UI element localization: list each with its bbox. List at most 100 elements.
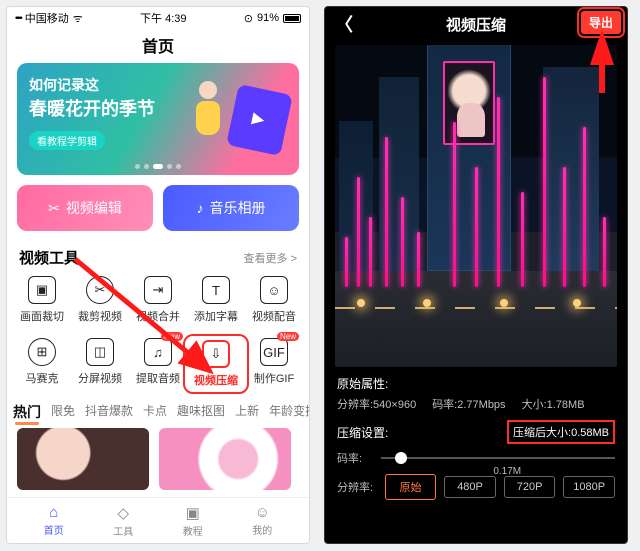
new-badge: New [277, 332, 299, 341]
resolution-option[interactable]: 1080P [563, 476, 615, 498]
back-icon[interactable]: 〈 [335, 11, 353, 37]
orig-size: 大小:1.78MB [522, 396, 585, 412]
export-button[interactable]: 导出 [581, 11, 621, 34]
category-tab[interactable]: 趣味抠图 [177, 402, 225, 422]
tool-icon: ⊞ [28, 338, 56, 366]
tool-label: 提取音频 [136, 370, 180, 386]
banner-pager[interactable] [135, 164, 181, 169]
status-bar: 中国移动 ᯤ 下午 4:39 ⊙ 91% [7, 7, 309, 29]
video-edit-button[interactable]: ✂ 视频编辑 [17, 185, 153, 231]
wifi-icon: ᯤ [73, 11, 83, 26]
page-title: 首页 [7, 29, 309, 63]
tool-label: 马赛克 [26, 370, 59, 386]
tool-icon: ▣ [28, 276, 56, 304]
tool-icon: ♫ [144, 338, 172, 366]
compress-navbar: 〈 视频压缩 导出 [325, 7, 627, 41]
tabbar-icon: ☺ [255, 504, 270, 521]
billboard-image [443, 61, 495, 145]
category-tab[interactable]: 热门 [13, 402, 41, 422]
music-icon: ♪ [197, 200, 204, 216]
tool-视频配音[interactable]: ☺ 视频配音 [245, 276, 303, 324]
tool-label: 画面裁切 [20, 308, 64, 324]
resolution-option[interactable]: 720P [504, 476, 556, 498]
time-label: 下午 4:39 [140, 10, 186, 26]
tools-title: 视频工具 [19, 247, 79, 268]
tabbar-label: 教程 [183, 523, 203, 538]
category-tab[interactable]: 年龄变换 [269, 402, 309, 422]
annotation-arrow-up [593, 37, 611, 95]
category-tab[interactable]: 限免 [51, 402, 75, 422]
tool-label: 视频压缩 [194, 372, 238, 388]
tool-提取音频[interactable]: New♫提取音频 [129, 338, 187, 390]
resolution-label: 分辨率: [337, 479, 377, 495]
see-more-link[interactable]: 查看更多 > [244, 250, 297, 266]
tool-label: 视频合并 [136, 308, 180, 324]
category-tab[interactable]: 卡点 [143, 402, 167, 422]
tool-马赛克[interactable]: ⊞ 马赛克 [13, 338, 71, 390]
tabbar-icon: ▣ [186, 504, 200, 522]
bitrate-value: 0.17M [493, 466, 521, 477]
music-album-button[interactable]: ♪ 音乐相册 [163, 185, 299, 231]
category-tab[interactable]: 抖音爆款 [85, 402, 133, 422]
new-badge: New [161, 332, 183, 341]
original-props: 原始属性: 分辨率:540×960 码率:2.77Mbps 大小:1.78MB [325, 367, 627, 412]
resolution-row: 分辨率: 原始 480P 720P 1080P [325, 470, 627, 510]
original-header: 原始属性: [337, 375, 615, 392]
tool-制作GIF[interactable]: NewGIF制作GIF [245, 338, 303, 390]
template-thumbs [7, 428, 309, 490]
tool-视频压缩[interactable]: ⇩ 视频压缩 [187, 338, 245, 390]
bitrate-label: 码率: [337, 450, 371, 466]
tabbar-item[interactable]: ☺我的 [228, 498, 298, 543]
bottom-tabbar[interactable]: ⌂首页◇工具▣教程☺我的 [7, 497, 309, 543]
tabbar-label: 首页 [44, 522, 64, 537]
tool-icon: ⇩ [202, 340, 230, 368]
compress-settings-header: 压缩设置: 压缩后大小:0.58MB [325, 412, 627, 446]
template-thumb[interactable] [159, 428, 291, 490]
bt-icon: ⊙ [244, 12, 253, 25]
tool-icon: ✂ [86, 276, 114, 304]
settings-label: 压缩设置: [337, 424, 388, 441]
category-tabs[interactable]: 热门限免抖音爆款卡点趣味抠图上新年龄变换 [7, 392, 309, 428]
tool-icon: ⇥ [144, 276, 172, 304]
signal-icon [15, 12, 21, 24]
tabbar-label: 我的 [252, 522, 272, 537]
tool-label: 裁剪视频 [78, 308, 122, 324]
tools-section-header: 视频工具 查看更多 > [7, 241, 309, 272]
banner-illustration [177, 75, 287, 161]
tool-icon: T [202, 276, 230, 304]
compress-title: 视频压缩 [446, 14, 506, 35]
bitrate-row: 码率: 0.17M [325, 446, 627, 470]
tool-裁剪视频[interactable]: ✂ 裁剪视频 [71, 276, 129, 324]
tabbar-icon: ◇ [117, 504, 129, 522]
tabbar-item[interactable]: ◇工具 [89, 498, 159, 543]
tool-添加字幕[interactable]: T 添加字幕 [187, 276, 245, 324]
tool-label: 分屏视频 [78, 370, 122, 386]
compressed-size: 压缩后大小:0.58MB [507, 420, 615, 444]
tabbar-label: 工具 [113, 523, 133, 538]
tabbar-item[interactable]: ▣教程 [158, 498, 228, 543]
tool-label: 制作GIF [254, 370, 294, 386]
bitrate-slider[interactable]: 0.17M [381, 448, 615, 468]
orig-resolution: 分辨率:540×960 [337, 396, 416, 412]
tool-icon: ☺ [260, 276, 288, 304]
battery-icon [283, 14, 301, 23]
tabbar-item[interactable]: ⌂首页 [19, 498, 89, 543]
battery-label: 91% [257, 12, 279, 24]
promo-banner[interactable]: 如何记录这 春暖花开的季节 看教程学剪辑 [17, 63, 299, 175]
tools-grid: ▣画面裁切✂裁剪视频⇥视频合并T添加字幕☺视频配音⊞马赛克◫分屏视频New♫提取… [7, 272, 309, 392]
tabbar-icon: ⌂ [49, 504, 58, 521]
tool-视频合并[interactable]: ⇥ 视频合并 [129, 276, 187, 324]
banner-tag: 看教程学剪辑 [29, 131, 105, 150]
orig-bitrate: 码率:2.77Mbps [432, 396, 505, 412]
tool-分屏视频[interactable]: ◫分屏视频 [71, 338, 129, 390]
tool-label: 添加字幕 [194, 308, 238, 324]
video-preview[interactable] [335, 45, 617, 367]
tool-画面裁切[interactable]: ▣ 画面裁切 [13, 276, 71, 324]
tool-label: 视频配音 [252, 308, 296, 324]
resolution-option[interactable]: 原始 [385, 474, 437, 500]
category-tab[interactable]: 上新 [235, 402, 259, 422]
resolution-option[interactable]: 480P [444, 476, 496, 498]
compress-screen: 〈 视频压缩 导出 原始属性 [324, 6, 628, 544]
home-screen: 中国移动 ᯤ 下午 4:39 ⊙ 91% 首页 如何记录这 春暖花开的季节 看教… [6, 6, 310, 544]
template-thumb[interactable] [17, 428, 149, 490]
